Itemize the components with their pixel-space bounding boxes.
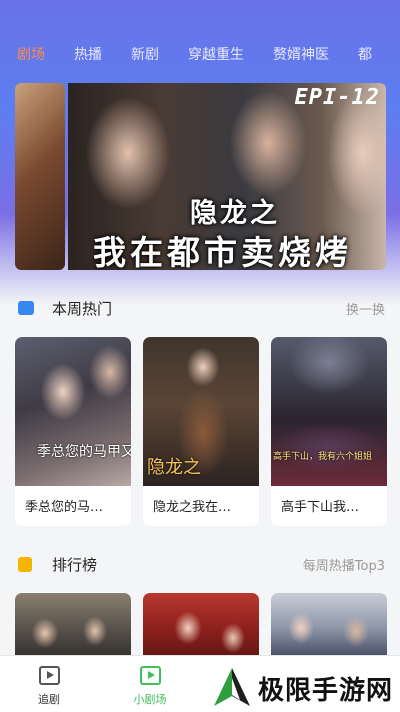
ranking-poster[interactable] bbox=[271, 593, 387, 663]
nav-label: 小剧场 bbox=[133, 693, 167, 706]
top3-link[interactable]: 每周热播Top3 bbox=[303, 555, 385, 574]
drama-card[interactable]: 季总您的马甲又掉了 季总您的马… bbox=[15, 337, 131, 526]
tab-hot[interactable]: 热播 bbox=[74, 44, 102, 64]
tab-city[interactable]: 都 bbox=[358, 44, 372, 64]
watermark-text: 极限手游网 bbox=[258, 676, 394, 706]
refresh-button[interactable]: 换一换 bbox=[346, 299, 385, 318]
watermark: 极限手游网 bbox=[210, 664, 395, 709]
poster-image bbox=[15, 337, 131, 486]
poster-image bbox=[271, 337, 387, 486]
banner-episode-label: EPI-12 bbox=[294, 85, 380, 110]
tab-son-in-law[interactable]: 赘婿神医 bbox=[273, 44, 329, 64]
card-title: 隐龙之我在… bbox=[153, 500, 232, 515]
poster-title-art: 季总您的马甲又掉了 bbox=[37, 444, 131, 460]
ranking-poster[interactable] bbox=[15, 593, 131, 663]
nav-item-theater[interactable]: 小剧场 bbox=[115, 656, 185, 712]
nav-item-follow[interactable]: 追剧 bbox=[14, 656, 84, 712]
ranking-poster[interactable] bbox=[143, 593, 259, 663]
category-tabs: 剧场 热播 新剧 穿越重生 赘婿神医 都 bbox=[0, 36, 400, 72]
banner-prev-slide[interactable] bbox=[15, 83, 65, 270]
banner-carousel[interactable]: EPI-12 隐龙之 我在都市卖烧烤 bbox=[15, 83, 386, 270]
poster-title-art: 隐龙之 bbox=[147, 457, 201, 478]
tab-theater[interactable]: 剧场 bbox=[17, 44, 45, 64]
watermark-logo-icon bbox=[214, 668, 250, 706]
nav-label: 追剧 bbox=[38, 693, 60, 706]
card-title: 季总您的马… bbox=[25, 500, 104, 515]
tab-new[interactable]: 新剧 bbox=[131, 44, 159, 64]
video-icon bbox=[18, 301, 34, 315]
play-icon bbox=[140, 666, 161, 685]
tab-time-travel[interactable]: 穿越重生 bbox=[188, 44, 244, 64]
banner-title-line2: 我在都市卖烧烤 bbox=[93, 233, 352, 270]
card-title: 高手下山我… bbox=[281, 500, 360, 515]
section-title: 本周热门 bbox=[52, 299, 113, 318]
weekly-hot-header: 本周热门 换一换 bbox=[0, 296, 400, 320]
bookmark-icon bbox=[18, 556, 32, 572]
section-title: 排行榜 bbox=[52, 555, 98, 574]
banner-title-line1: 隐龙之 bbox=[190, 198, 280, 229]
poster-title-art: 高手下山，我有六个姐姐 bbox=[273, 452, 373, 462]
play-icon bbox=[39, 666, 60, 685]
drama-card[interactable]: 隐龙之 隐龙之我在… bbox=[143, 337, 259, 526]
drama-card[interactable]: 高手下山，我有六个姐姐 高手下山我… bbox=[271, 337, 387, 526]
ranking-header: 排行榜 每周热播Top3 bbox=[0, 552, 400, 576]
